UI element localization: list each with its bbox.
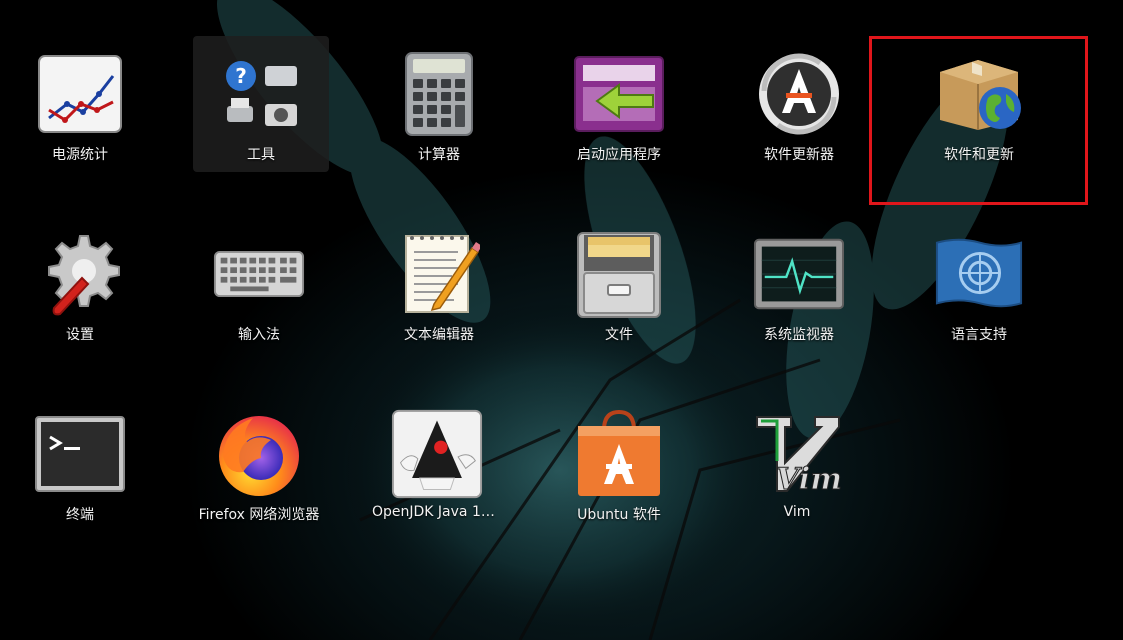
app-terminal[interactable]: 终端 xyxy=(12,396,148,532)
settings-icon xyxy=(34,228,126,320)
app-input-method[interactable]: 输入法 xyxy=(191,216,327,352)
vim-icon: Vim xyxy=(751,408,843,500)
software-and-updates-icon xyxy=(933,48,1025,140)
tools-folder-icon: ? xyxy=(215,48,307,140)
app-label: Vim xyxy=(783,504,811,520)
app-label: OpenJDK Java 11 Policy Tool xyxy=(372,504,502,520)
app-label: 软件更新器 xyxy=(764,147,834,163)
app-settings[interactable]: 设置 xyxy=(12,216,148,352)
app-openjdk[interactable]: OpenJDK Java 11 Policy Tool xyxy=(369,396,505,532)
app-label: 工具 xyxy=(247,147,275,163)
app-label: Firefox 网络浏览器 xyxy=(198,507,320,523)
app-label: 终端 xyxy=(66,507,94,523)
app-label: 输入法 xyxy=(238,327,280,343)
java-duke-icon xyxy=(391,408,483,500)
app-label: 设置 xyxy=(66,327,94,343)
app-language-support[interactable]: 语言支持 xyxy=(911,216,1047,352)
firefox-icon xyxy=(213,408,305,500)
app-tools-folder[interactable]: ? 工具 xyxy=(193,36,329,172)
app-firefox[interactable]: Firefox 网络浏览器 xyxy=(191,396,327,532)
app-system-monitor[interactable]: 系统监视器 xyxy=(731,216,867,352)
svg-text:?: ? xyxy=(235,64,247,88)
app-label: 系统监视器 xyxy=(764,327,834,343)
app-calculator[interactable]: 计算器 xyxy=(371,36,507,172)
app-ubuntu-software[interactable]: Ubuntu 软件 xyxy=(551,396,687,532)
calculator-icon xyxy=(393,48,485,140)
app-label: 电源统计 xyxy=(52,147,108,163)
app-label: 文本编辑器 xyxy=(404,327,474,343)
ubuntu-software-bag-icon xyxy=(573,408,665,500)
app-label: 计算器 xyxy=(418,147,460,163)
app-files[interactable]: 文件 xyxy=(551,216,687,352)
software-updater-icon xyxy=(753,48,845,140)
file-cabinet-icon xyxy=(573,228,665,320)
app-label: Ubuntu 软件 xyxy=(577,507,661,523)
svg-text:Vim: Vim xyxy=(776,462,842,497)
app-power-statistics[interactable]: 电源统计 xyxy=(12,36,148,172)
app-label: 软件和更新 xyxy=(944,147,1014,163)
startup-applications-icon xyxy=(573,48,665,140)
app-startup-applications[interactable]: 启动应用程序 xyxy=(551,36,687,172)
app-label: 启动应用程序 xyxy=(577,147,661,163)
language-flag-icon xyxy=(933,228,1025,320)
system-monitor-icon xyxy=(753,228,845,320)
app-label: 语言支持 xyxy=(951,327,1007,343)
app-grid-screen: 电源统计 ? 工具 计算器 启动应用程序 软件更新器 软件和更新 设置 输入法 … xyxy=(0,0,1123,640)
app-label: 文件 xyxy=(605,327,633,343)
app-text-editor[interactable]: 文本编辑器 xyxy=(371,216,507,352)
app-software-and-updates[interactable]: 软件和更新 xyxy=(911,36,1047,172)
keyboard-icon xyxy=(213,228,305,320)
terminal-icon xyxy=(34,408,126,500)
power-statistics-icon xyxy=(34,48,126,140)
app-software-updater[interactable]: 软件更新器 xyxy=(731,36,867,172)
text-editor-icon xyxy=(393,228,485,320)
app-vim[interactable]: Vim Vim xyxy=(729,396,865,532)
